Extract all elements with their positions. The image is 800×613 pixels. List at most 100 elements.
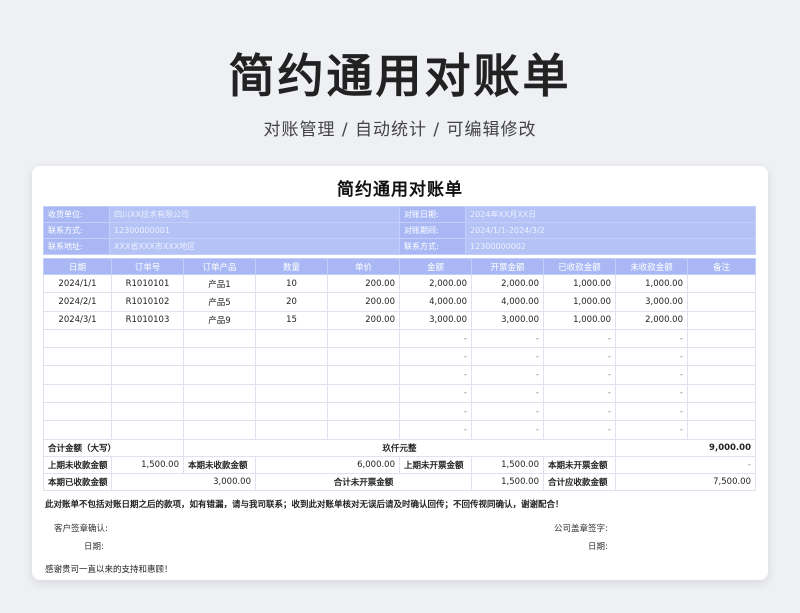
table-cell[interactable]: 2,000.00 (471, 273, 544, 294)
info-value[interactable]: XXX省XXX市XXX地区 (109, 238, 400, 255)
table-cell[interactable] (43, 365, 112, 385)
table-cell[interactable] (183, 383, 256, 404)
table-cell[interactable] (327, 328, 400, 349)
table-cell[interactable] (687, 310, 756, 330)
table-cell[interactable]: - (399, 402, 472, 422)
table-cell[interactable] (255, 365, 328, 385)
table-cell[interactable]: 200.00 (327, 292, 400, 312)
table-cell[interactable]: 10 (255, 273, 328, 294)
table-cell[interactable] (183, 420, 256, 440)
info-value[interactable]: 四川XX技术有限公司 (109, 206, 400, 223)
table-cell[interactable] (687, 273, 756, 294)
total-words[interactable]: 玖仟元整 (183, 438, 616, 457)
table-cell[interactable] (183, 328, 256, 349)
table-cell[interactable]: - (471, 347, 544, 367)
table-cell[interactable] (255, 420, 328, 440)
table-cell[interactable]: 产品5 (183, 292, 256, 312)
table-cell[interactable]: - (615, 402, 688, 422)
table-cell[interactable]: - (399, 347, 472, 367)
table-cell[interactable] (255, 402, 328, 422)
table-cell[interactable] (111, 420, 184, 440)
table-cell[interactable] (43, 420, 112, 440)
table-cell[interactable] (43, 402, 112, 422)
info-value[interactable]: 12300000001 (109, 222, 400, 239)
table-cell[interactable]: - (471, 383, 544, 404)
table-cell[interactable] (327, 365, 400, 385)
table-cell[interactable]: - (471, 328, 544, 349)
info-value[interactable]: 2024年XX月XX日 (465, 206, 756, 223)
table-cell[interactable]: 2,000.00 (399, 273, 472, 294)
table-cell[interactable] (687, 383, 756, 404)
info-value[interactable]: 2024/1/1-2024/3/2 (465, 222, 756, 239)
table-cell[interactable] (255, 347, 328, 367)
info-value[interactable]: 12300000002 (465, 238, 756, 255)
table-cell[interactable]: - (471, 420, 544, 440)
sum-value[interactable]: 6,000.00 (255, 455, 400, 474)
table-cell[interactable] (43, 328, 112, 349)
table-cell[interactable]: - (471, 365, 544, 385)
table-cell[interactable]: 3,000.00 (399, 310, 472, 330)
table-cell[interactable]: 4,000.00 (471, 292, 544, 312)
sum-value[interactable]: 3,000.00 (111, 472, 256, 491)
table-cell[interactable]: 1,000.00 (543, 292, 616, 312)
table-cell[interactable] (687, 420, 756, 440)
table-cell[interactable]: 15 (255, 310, 328, 330)
table-cell[interactable]: 产品9 (183, 310, 256, 330)
table-cell[interactable]: 2024/1/1 (43, 273, 112, 294)
table-cell[interactable]: R1010102 (111, 292, 184, 312)
table-cell[interactable] (111, 328, 184, 349)
table-cell[interactable]: 1,000.00 (543, 310, 616, 330)
table-cell[interactable] (111, 347, 184, 367)
table-cell[interactable] (183, 347, 256, 367)
table-cell[interactable]: 2,000.00 (615, 310, 688, 330)
table-cell[interactable] (111, 383, 184, 404)
sum-value[interactable]: 1,500.00 (471, 472, 544, 491)
table-cell[interactable]: - (615, 365, 688, 385)
table-cell[interactable]: 产品1 (183, 273, 256, 294)
sum-value[interactable]: 7,500.00 (615, 472, 756, 491)
table-cell[interactable]: - (543, 365, 616, 385)
total-label[interactable]: 合计金额（大写） (43, 438, 184, 457)
total-value[interactable]: 9,000.00 (615, 438, 756, 457)
table-cell[interactable]: 2024/3/1 (43, 310, 112, 330)
table-cell[interactable] (327, 420, 400, 440)
table-cell[interactable]: - (543, 347, 616, 367)
table-cell[interactable] (687, 365, 756, 385)
table-cell[interactable]: R1010103 (111, 310, 184, 330)
table-cell[interactable]: - (543, 328, 616, 349)
table-cell[interactable]: - (399, 328, 472, 349)
table-cell[interactable]: 1,000.00 (615, 273, 688, 294)
table-cell[interactable]: - (471, 402, 544, 422)
table-cell[interactable] (687, 292, 756, 312)
table-cell[interactable] (327, 402, 400, 422)
table-cell[interactable]: 2024/2/1 (43, 292, 112, 312)
table-cell[interactable] (43, 383, 112, 404)
table-cell[interactable]: - (615, 347, 688, 367)
table-cell[interactable] (687, 347, 756, 367)
table-cell[interactable]: - (615, 420, 688, 440)
table-cell[interactable]: - (543, 420, 616, 440)
table-cell[interactable] (111, 402, 184, 422)
table-cell[interactable] (111, 365, 184, 385)
table-cell[interactable]: - (399, 365, 472, 385)
table-cell[interactable]: 3,000.00 (471, 310, 544, 330)
table-cell[interactable] (687, 328, 756, 349)
sum-value[interactable]: - (615, 455, 756, 474)
table-cell[interactable]: - (615, 383, 688, 404)
table-cell[interactable] (255, 383, 328, 404)
table-cell[interactable]: 200.00 (327, 273, 400, 294)
table-cell[interactable]: 4,000.00 (399, 292, 472, 312)
table-cell[interactable] (327, 347, 400, 367)
table-cell[interactable] (687, 402, 756, 422)
table-cell[interactable] (255, 328, 328, 349)
table-cell[interactable]: - (543, 383, 616, 404)
table-cell[interactable]: 200.00 (327, 310, 400, 330)
table-cell[interactable]: - (399, 420, 472, 440)
table-cell[interactable]: 3,000.00 (615, 292, 688, 312)
table-cell[interactable]: - (615, 328, 688, 349)
table-cell[interactable] (183, 365, 256, 385)
table-cell[interactable] (43, 347, 112, 367)
table-cell[interactable]: - (543, 402, 616, 422)
table-cell[interactable] (183, 402, 256, 422)
table-cell[interactable]: 1,000.00 (543, 273, 616, 294)
